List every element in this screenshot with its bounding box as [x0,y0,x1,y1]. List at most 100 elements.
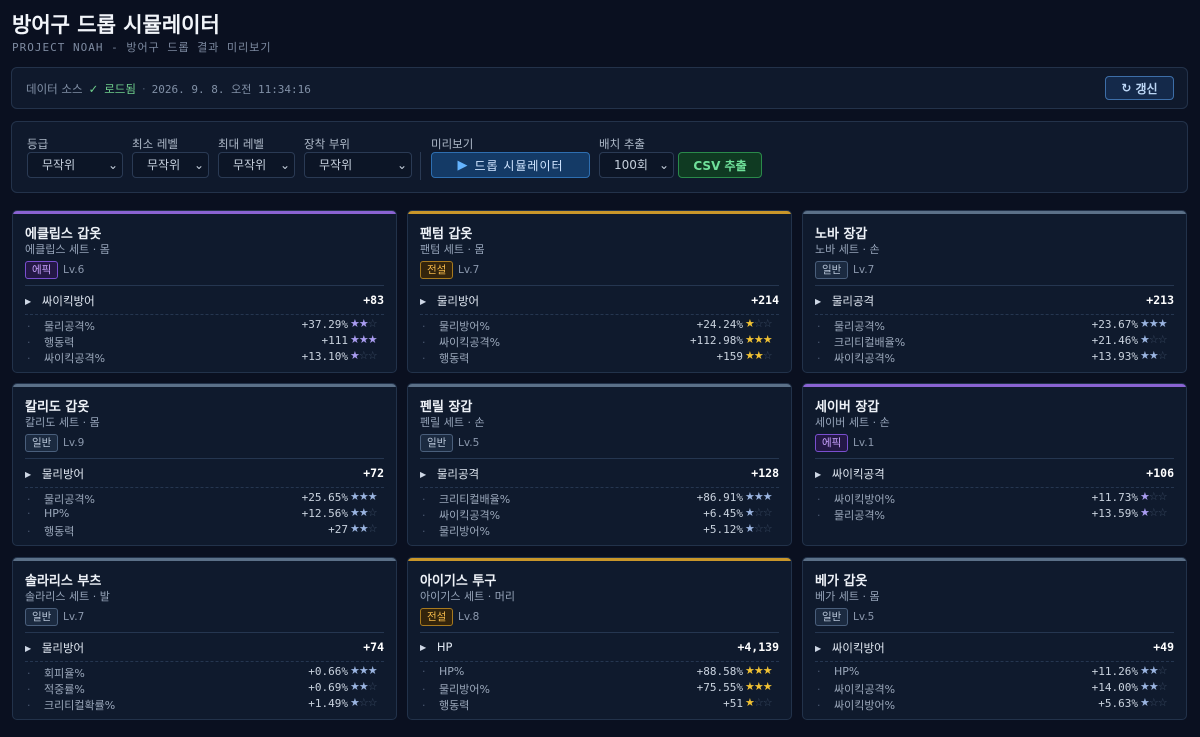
sub-stat-value: +5.63% [1098,697,1138,710]
bullet-icon: · [422,665,426,678]
item-level: Lv.8 [458,611,480,623]
sub-stat-row: · 크리티컬배율% +21.46% ★☆☆ [815,333,1174,350]
star-empty-icon: ☆ [1157,333,1168,346]
star-filled-icon: ★ [753,349,764,362]
main-stat-row: ▶ 물리공격 +128 [420,466,779,481]
sub-stat-rating: ★★★ [1140,317,1174,330]
sub-stat-row: · 싸이킥방어% +11.73% ★☆☆ [815,490,1174,507]
grade-color-bar [803,558,1186,561]
sub-stat-name: 물리공격% [834,320,885,333]
slot-select[interactable]: 무작위 ⌄ [304,152,412,178]
triangle-right-icon: ▶ [25,470,32,479]
star-filled-icon: ★ [762,680,773,693]
simulate-drop-button[interactable]: ▶ 드롭 시뮬레이터 [431,152,590,178]
divider [420,632,779,633]
refresh-icon: ↻ [1121,81,1132,95]
chevron-down-icon: ⌄ [658,158,669,172]
sub-stat-name: 물리공격% [834,509,885,522]
sub-stat-name: 싸이킥공격% [834,352,896,365]
grade-badge: 일반 [815,608,849,626]
batch-count-select[interactable]: 100회 ⌄ [599,152,674,178]
sub-stat-rating: ★★★ [350,333,384,346]
bullet-icon: · [27,507,31,520]
grade-badge: 일반 [815,261,849,279]
refresh-button[interactable]: ↻ 갱신 [1105,76,1174,100]
main-stat-name: 싸이킥방어 [41,294,95,308]
item-set: 에클립스 세트 · 몸 [25,243,110,256]
triangle-right-icon: ▶ [815,644,822,653]
play-icon: ▶ [457,157,469,173]
star-filled-icon: ★ [1148,349,1159,362]
load-status: 로드됨 [104,82,136,96]
main-stat-value: +72 [363,466,384,480]
batch-label: 배치 추출 [599,137,645,151]
bullet-icon: · [27,683,31,696]
sub-stat-value: +13.10% [301,350,348,363]
csv-export-button[interactable]: CSV 추출 [678,152,762,178]
star-empty-icon: ☆ [1148,490,1159,503]
main-stat-value: +49 [1153,640,1174,654]
star-filled-icon: ★ [753,333,764,346]
item-card: 베가 갑옷 베가 세트 · 몸 일반 Lv.5 ▶ 싸이킥방어 +49 · HP% +… [802,557,1187,720]
grade-select[interactable]: 무작위 ⌄ [27,152,123,178]
batch-count-value: 100회 [614,158,648,172]
sub-stat-row: · 물리공격% +23.67% ★★★ [815,317,1174,334]
sub-stat-row: · 물리방어% +75.55% ★★★ [420,680,779,697]
sub-stat-rating: ★☆☆ [1140,333,1174,346]
separator-dot: · [141,82,146,96]
bullet-icon: · [27,667,31,680]
divider [25,487,384,488]
star-empty-icon: ☆ [367,349,378,362]
star-empty-icon: ☆ [762,317,773,330]
sub-stat-value: +0.69% [308,681,348,694]
main-stat-name: HP [436,640,453,654]
sub-stat-rating: ★★★ [745,333,779,346]
star-empty-icon: ☆ [367,506,378,519]
bullet-icon: · [817,336,821,349]
sub-stat-row: · 적중률% +0.69% ★★☆ [25,680,384,697]
max-level-select-value: 무작위 [233,158,267,172]
star-empty-icon: ☆ [762,349,773,362]
grade-color-bar [408,558,791,561]
item-card: 에클립스 갑옷 에클립스 세트 · 몸 에픽 Lv.6 ▶ 싸이킥방어 +83 · 물… [12,210,397,373]
grade-color-bar [803,384,1186,387]
sub-stat-list: · 회피율% +0.66% ★★★ · 적중률% +0.69% ★★☆ · 크리… [25,664,384,713]
star-filled-icon: ★ [1148,317,1159,330]
sub-stat-rating: ★★☆ [350,506,384,519]
star-empty-icon: ☆ [762,522,773,535]
item-set: 팬텀 세트 · 몸 [420,243,485,256]
sub-stat-value: +51 [723,697,743,710]
min-level-select[interactable]: 무작위 ⌄ [132,152,209,178]
item-level: Lv.9 [63,437,85,449]
main-stat-row: ▶ 싸이킥방어 +49 [815,640,1174,655]
item-set: 세이버 세트 · 손 [815,416,890,429]
triangle-right-icon: ▶ [420,643,427,652]
bullet-icon: · [27,352,31,365]
sub-stat-row: · 행동력 +159 ★★☆ [420,349,779,366]
star-empty-icon: ☆ [358,349,369,362]
grade-badge: 일반 [420,434,454,452]
star-filled-icon: ★ [1140,317,1150,330]
item-set: 칼리도 세트 · 몸 [25,416,100,429]
star-filled-icon: ★ [745,696,755,709]
item-set: 베가 세트 · 몸 [815,590,880,603]
sub-stat-row: · 싸이킥공격% +112.98% ★★★ [420,333,779,350]
star-empty-icon: ☆ [1148,696,1159,709]
star-filled-icon: ★ [1140,490,1150,503]
max-level-select[interactable]: 무작위 ⌄ [218,152,295,178]
bullet-icon: · [27,320,31,333]
sub-stat-value: +159 [716,350,744,363]
main-stat-value: +128 [751,466,779,480]
grade-color-bar [13,558,396,561]
bullet-icon: · [817,320,821,333]
triangle-right-icon: ▶ [815,297,822,306]
star-empty-icon: ☆ [1148,333,1159,346]
sub-stat-value: +23.67% [1091,318,1138,331]
grade-color-bar [13,384,396,387]
bullet-icon: · [422,493,426,506]
star-filled-icon: ★ [753,664,764,677]
main-stat-row: ▶ 물리방어 +214 [420,293,779,308]
sub-stat-row: · 회피율% +0.66% ★★★ [25,664,384,681]
max-level-label: 최대 레벨 [218,137,264,151]
bullet-icon: · [817,683,821,696]
